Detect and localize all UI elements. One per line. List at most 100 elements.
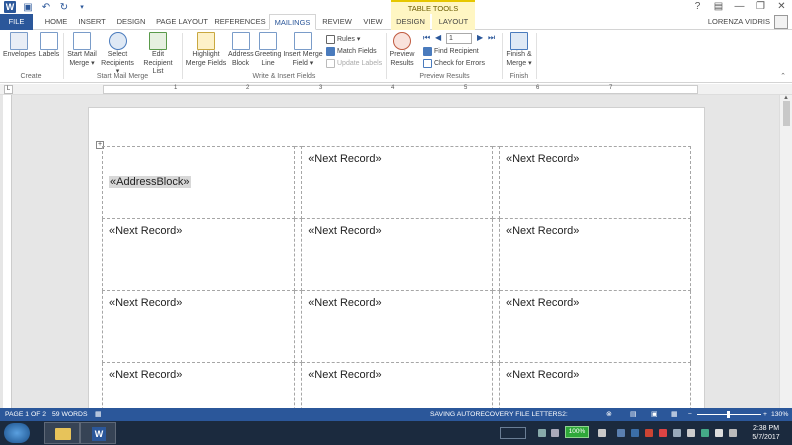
tray-icon[interactable] — [538, 429, 546, 437]
next-record-field[interactable]: «Next Record» — [506, 297, 579, 309]
labels-table[interactable]: «AddressBlock» «Next Record» «Next Recor… — [101, 146, 692, 408]
address-block-button[interactable]: Address Block — [228, 32, 254, 68]
help-button[interactable]: ? — [687, 0, 708, 14]
rules-button[interactable]: Rules ▾ — [326, 33, 360, 45]
address-block-field[interactable]: «AddressBlock» — [109, 176, 191, 188]
next-record-field[interactable]: «Next Record» — [109, 297, 182, 309]
tray-icon[interactable] — [701, 429, 709, 437]
next-record-field[interactable]: «Next Record» — [109, 369, 182, 381]
horizontal-ruler[interactable]: 1 2 3 4 5 6 7 — [103, 85, 698, 94]
undo-icon[interactable]: ↶ — [40, 1, 52, 13]
collapse-ribbon-icon[interactable]: ⌃ — [780, 72, 786, 80]
check-for-errors-button[interactable]: Check for Errors — [423, 57, 485, 69]
next-record-icon[interactable]: ▶ — [477, 33, 483, 42]
zoom-level[interactable]: 130% — [771, 408, 788, 421]
volume-icon[interactable] — [729, 429, 737, 437]
next-record-field[interactable]: «Next Record» — [506, 153, 579, 165]
insert-merge-field-button[interactable]: Insert Merge Field ▾ — [283, 32, 323, 68]
vertical-scrollbar[interactable]: ▲ — [779, 95, 792, 408]
edit-recipient-list-button[interactable]: Edit Recipient List — [137, 32, 179, 77]
next-record-field[interactable]: «Next Record» — [506, 225, 579, 237]
web-layout-icon[interactable]: ▦ — [671, 408, 677, 421]
tab-insert[interactable]: INSERT — [74, 14, 110, 30]
finish-merge-button[interactable]: Finish & Merge ▾ — [505, 32, 533, 68]
tab-review[interactable]: REVIEW — [319, 14, 355, 30]
tray-icon[interactable] — [673, 429, 681, 437]
start-mail-merge-button[interactable]: Start Mail Merge ▾ — [65, 32, 99, 68]
avatar[interactable] — [774, 15, 788, 29]
tray-icon[interactable] — [598, 429, 606, 437]
clock[interactable]: 2:38 PM 5/7/2017 — [746, 424, 786, 442]
tray-icon[interactable] — [551, 429, 559, 437]
last-record-icon[interactable]: ⏭ — [488, 33, 495, 43]
tab-home[interactable]: HOME — [38, 14, 74, 30]
select-recipients-button[interactable]: Select Recipients ▾ — [100, 32, 135, 77]
table-cell[interactable]: «AddressBlock» — [101, 146, 296, 219]
zoom-out-icon[interactable]: − — [688, 408, 692, 421]
redo-icon[interactable]: ↻ — [58, 1, 70, 13]
find-recipient-button[interactable]: Find Recipient — [423, 45, 479, 57]
tab-table-layout[interactable]: LAYOUT — [432, 14, 475, 30]
flag-icon[interactable] — [715, 429, 723, 437]
tab-view[interactable]: VIEW — [358, 14, 388, 30]
tray-icon[interactable] — [659, 429, 667, 437]
highlight-merge-fields-button[interactable]: Highlight Merge Fields — [185, 32, 227, 68]
read-mode-icon[interactable]: ▤ — [630, 408, 636, 421]
tray-icon[interactable] — [687, 429, 695, 437]
next-record-field[interactable]: «Next Record» — [308, 369, 381, 381]
start-button-icon[interactable] — [4, 423, 30, 443]
save-icon[interactable]: ▣ — [22, 1, 34, 13]
envelopes-button[interactable]: Envelopes — [3, 32, 36, 60]
vertical-ruler[interactable] — [3, 95, 12, 408]
user-name[interactable]: LORENZA VIDRIS — [708, 14, 770, 30]
close-button[interactable]: ✕ — [771, 0, 792, 14]
minimize-button[interactable]: — — [729, 0, 750, 14]
tab-table-design[interactable]: DESIGN — [391, 14, 430, 30]
taskbar-word-button[interactable]: W — [80, 422, 116, 444]
print-layout-icon[interactable]: ▣ — [651, 408, 657, 421]
restore-button[interactable]: ❐ — [750, 0, 771, 14]
zoom-in-icon[interactable]: + — [763, 408, 767, 421]
table-cell[interactable]: «Next Record» — [498, 362, 692, 408]
word-count[interactable]: 59 WORDS — [52, 408, 88, 421]
document-page[interactable]: + «AddressBlock» «Next Record» «Next Rec… — [88, 107, 705, 408]
table-cell[interactable]: «Next Record» — [498, 146, 692, 219]
next-record-field[interactable]: «Next Record» — [109, 225, 182, 237]
taskbar-explorer-button[interactable] — [44, 422, 80, 444]
first-record-icon[interactable]: ⏮ — [423, 33, 430, 43]
table-cell[interactable]: «Next Record» — [101, 218, 296, 291]
tray-icon[interactable] — [645, 429, 653, 437]
tab-file[interactable]: FILE — [0, 14, 33, 30]
match-fields-button[interactable]: Match Fields — [326, 45, 377, 57]
table-cell[interactable]: «Next Record» — [101, 362, 296, 408]
table-cell[interactable]: «Next Record» — [498, 290, 692, 363]
table-cell[interactable]: «Next Record» — [301, 218, 494, 291]
table-cell[interactable]: «Next Record» — [301, 290, 494, 363]
tab-design[interactable]: DESIGN — [112, 14, 150, 30]
preview-results-button[interactable]: Preview Results — [389, 32, 415, 68]
tray-icon[interactable] — [631, 429, 639, 437]
labels-button[interactable]: Labels — [37, 32, 61, 60]
next-record-field[interactable]: «Next Record» — [308, 225, 381, 237]
tab-references[interactable]: REFERENCES — [214, 14, 266, 30]
zoom-slider-thumb[interactable] — [727, 411, 730, 418]
table-cell[interactable]: «Next Record» — [301, 146, 494, 219]
tray-icon[interactable] — [617, 429, 625, 437]
next-record-field[interactable]: «Next Record» — [506, 369, 579, 381]
customize-qat-icon[interactable]: ▾ — [76, 1, 88, 13]
proofing-icon[interactable]: ▦ — [95, 408, 101, 421]
page-count[interactable]: PAGE 1 OF 2 — [5, 408, 46, 421]
tab-page-layout[interactable]: PAGE LAYOUT — [153, 14, 211, 30]
greeting-line-button[interactable]: Greeting Line — [254, 32, 282, 68]
record-number-input[interactable]: 1 — [446, 33, 472, 44]
update-labels-button[interactable]: Update Labels — [326, 57, 382, 69]
table-cell[interactable]: «Next Record» — [101, 290, 296, 363]
table-cell[interactable]: «Next Record» — [301, 362, 494, 408]
table-cell[interactable]: «Next Record» — [498, 218, 692, 291]
tab-selector[interactable]: L — [4, 85, 13, 94]
scrollbar-thumb[interactable] — [783, 101, 790, 126]
cancel-save-icon[interactable]: ⊗ — [606, 408, 612, 421]
next-record-field[interactable]: «Next Record» — [308, 153, 381, 165]
battery-indicator[interactable]: 100% — [565, 426, 589, 438]
previous-record-icon[interactable]: ◀ — [435, 33, 441, 42]
